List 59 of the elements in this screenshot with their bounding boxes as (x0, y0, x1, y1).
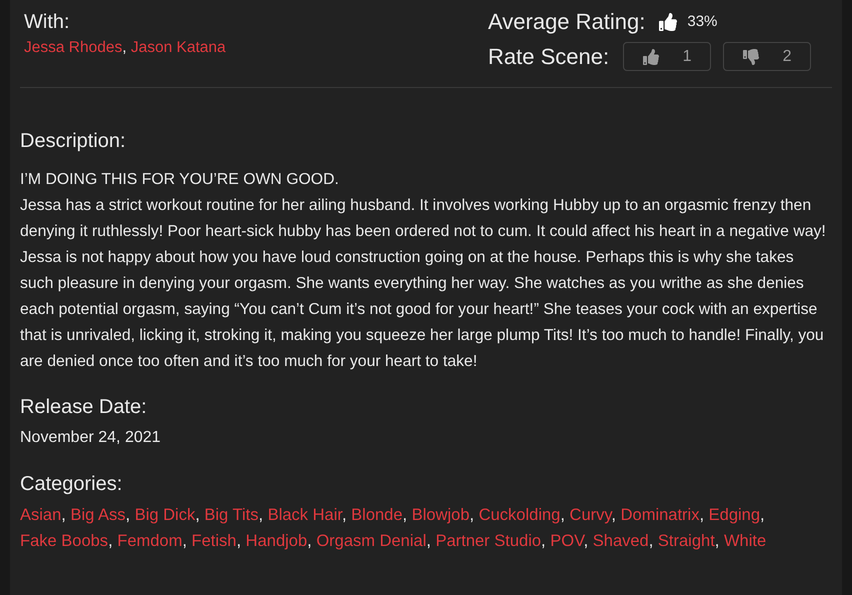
category-link[interactable]: Black Hair (268, 506, 342, 524)
performer-link[interactable]: Jessa Rhodes (24, 39, 122, 56)
category-link[interactable]: Big Ass (70, 506, 126, 524)
comma-separator: , (126, 506, 130, 524)
category-link[interactable]: Dominatrix (620, 506, 700, 524)
comma-separator: , (195, 506, 200, 524)
comma-separator: , (402, 506, 408, 524)
category-link[interactable]: Big Dick (134, 506, 196, 524)
performer-link[interactable]: Jason Katana (130, 39, 226, 56)
category-link[interactable]: Partner Studio (436, 532, 542, 550)
comma-separator: , (342, 506, 347, 524)
comma-separator: , (648, 532, 654, 550)
comma-separator: , (122, 39, 127, 56)
category-link[interactable]: Handjob (246, 532, 308, 550)
thumbs-up-icon (642, 48, 659, 64)
section-heading: With: (24, 10, 71, 34)
comma-separator: , (426, 532, 431, 550)
comma-separator: , (541, 532, 546, 550)
comma-separator: , (61, 506, 66, 524)
dislike-button[interactable]: 2 (723, 42, 812, 71)
comma-separator: , (108, 532, 113, 550)
comma-separator: , (714, 532, 720, 550)
like-button[interactable]: 1 (623, 42, 712, 71)
rate-label: Rate Scene: (488, 44, 610, 68)
comma-separator: , (699, 506, 704, 524)
category-link[interactable]: Curvy (570, 506, 612, 524)
comma-separator: , (307, 532, 312, 550)
category-link[interactable]: Blonde (351, 506, 403, 524)
category-link[interactable]: Fetish (192, 532, 236, 550)
category-link[interactable]: Fake Boobs (20, 532, 108, 550)
comma-separator: , (236, 532, 242, 550)
rating-label: Average Rating: (488, 10, 646, 34)
category-link[interactable]: Straight (658, 532, 715, 550)
thumbs-up-icon (659, 13, 678, 31)
category-link[interactable]: Blowjob (412, 506, 470, 524)
thumbs-down-icon (742, 48, 759, 64)
section-heading: Release Date: (20, 395, 148, 420)
category-link[interactable]: Orgasm Denial (316, 532, 426, 550)
section-heading: Categories: (20, 472, 124, 497)
comma-separator: , (584, 532, 588, 550)
comma-separator: , (760, 506, 765, 524)
release-date: November 24, 2021 (20, 428, 162, 448)
comma-separator: , (182, 532, 187, 550)
comma-separator: , (611, 506, 616, 524)
category-link[interactable]: Big Tits (204, 506, 258, 524)
comma-separator: , (560, 506, 565, 524)
category-link[interactable]: Cuckolding (478, 506, 560, 524)
rating-value: 33% (687, 12, 718, 32)
category-link[interactable]: Asian (20, 506, 62, 524)
comma-separator: , (258, 506, 264, 524)
description-text: Jessa has a strict workout routine for her ailing husband. It involves working Hubby up to an orgasmic frenzy then denying it ruthlessly! Poor heart-sick hubby has been ordered not to cum. It could affect his heart in a negative way! Jessa is not happy about how you have loud construction going on at the house. Perhaps this is why she takes such pleasure in denying your orgasm. She wants everything her way. She watches as you writhe as she denies each potential orgasm, saying “You can’t Cum it’s not good for your heart!” She teases your cock with an expertise that is unrivaled, licking it, stroking it, making you squeeze her large plump Tits! It’s too much to handle! Finally, you are denied once too often and it’s too much for your heart to take! (20, 196, 826, 372)
category-link[interactable]: Shaved (592, 532, 649, 550)
comma-separator: , (470, 506, 474, 524)
category-link[interactable]: POV (550, 532, 584, 550)
category-link[interactable]: White (724, 532, 766, 550)
description-text: I’M DOING THIS FOR YOU’RE OWN GOOD. (20, 170, 340, 190)
section-heading: Description: (20, 129, 127, 154)
category-link[interactable]: Femdom (117, 532, 182, 550)
category-link[interactable]: Edging (708, 506, 760, 524)
